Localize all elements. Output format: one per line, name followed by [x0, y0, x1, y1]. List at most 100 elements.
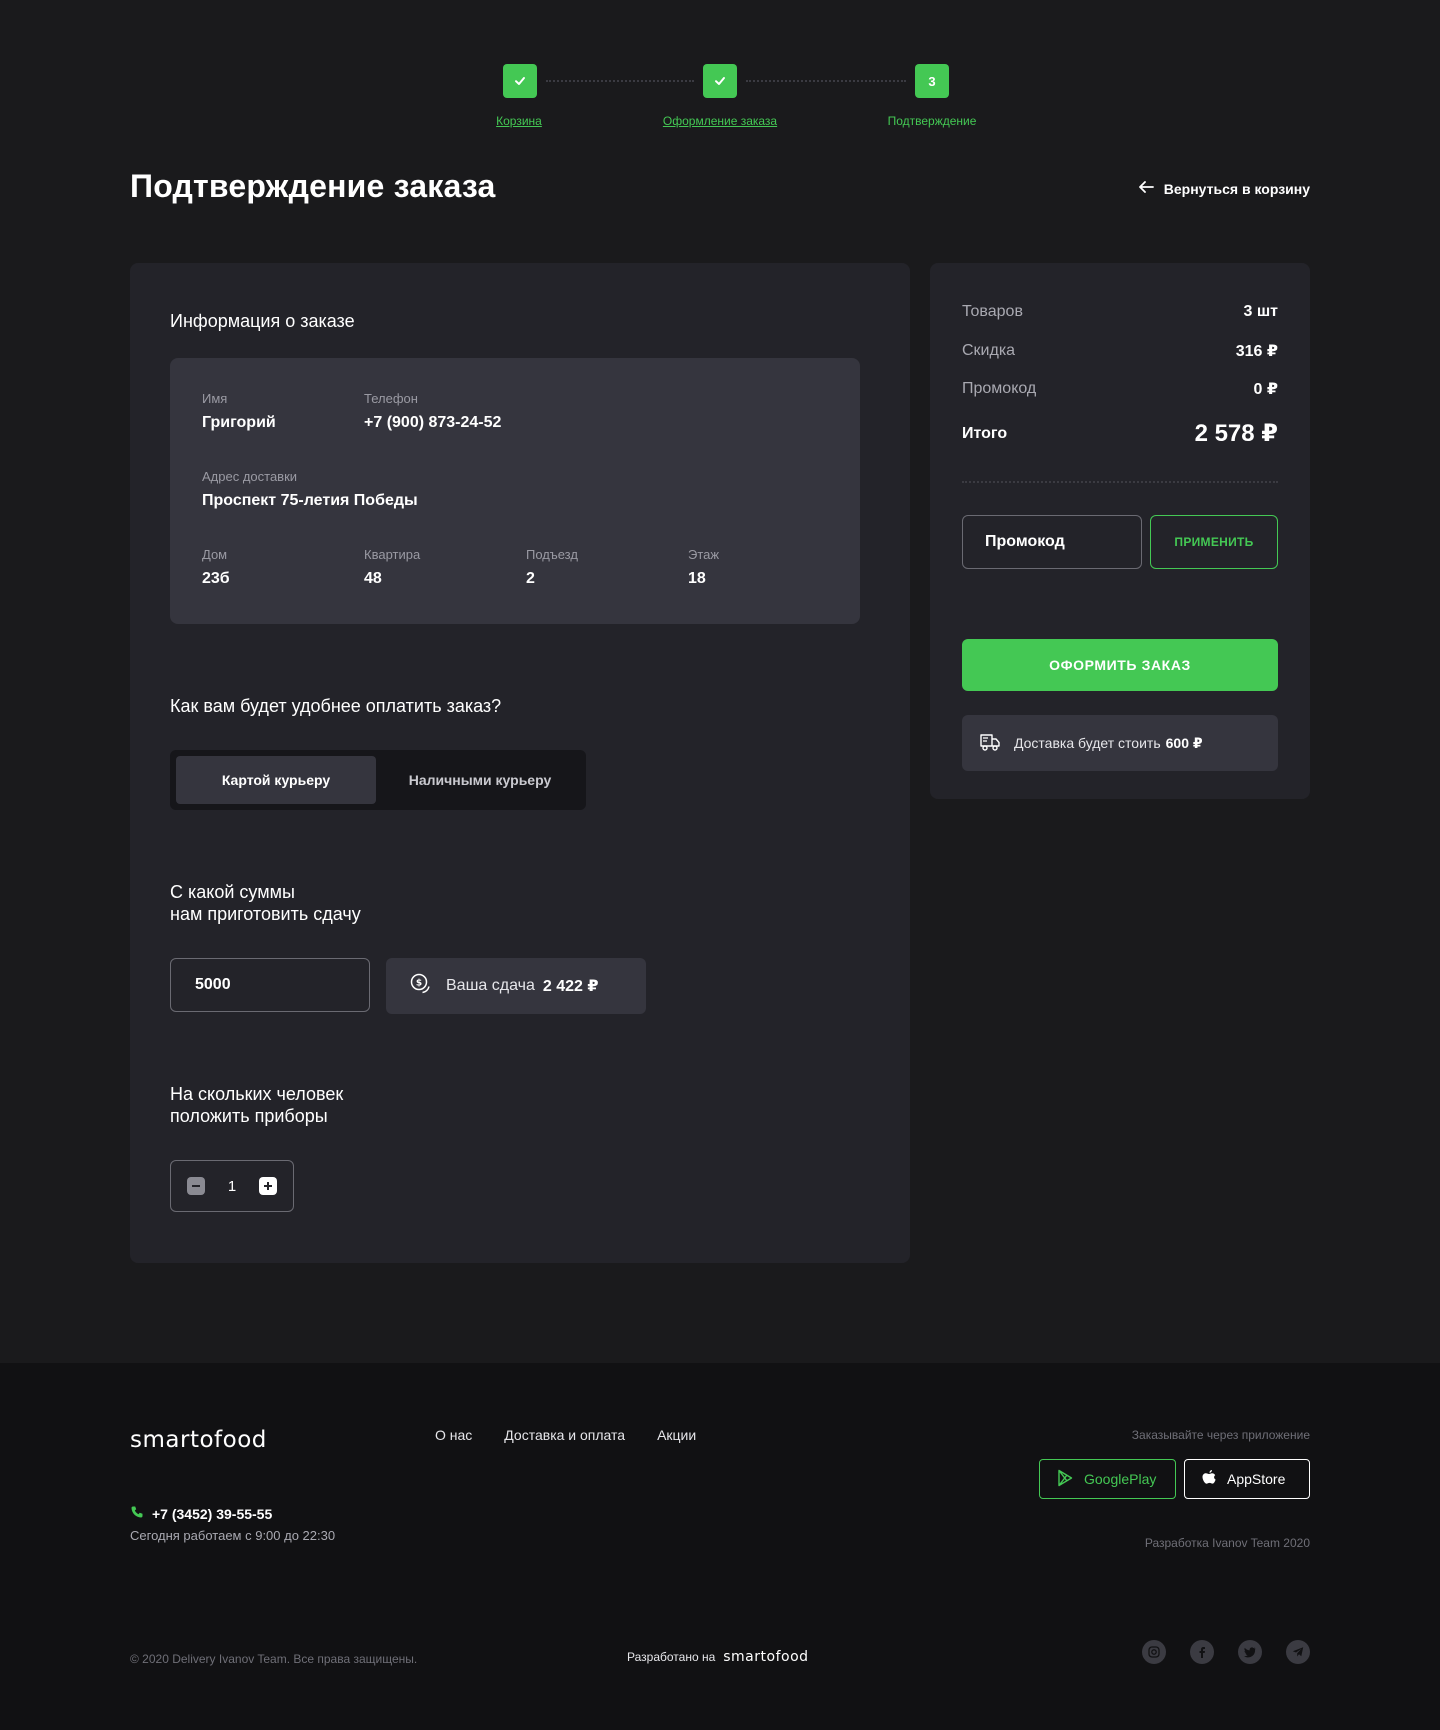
footer-phone[interactable]: +7 (3452) 39-55-55 — [130, 1505, 272, 1522]
house-field: Дом 23б — [202, 547, 230, 588]
copyright: © 2020 Delivery Ivanov Team. Все права з… — [130, 1652, 418, 1666]
step-label-checkout[interactable]: Оформление заказа — [663, 114, 777, 128]
made-on-credit: Разработано на smartofood — [627, 1649, 809, 1665]
phone-label: Телефон — [364, 391, 418, 406]
entrance-label: Подъезд — [526, 547, 578, 562]
change-label: Ваша сдача — [446, 977, 535, 994]
order-summary-panel: Товаров 3 шт Скидка 316 ₽ Промокод 0 ₽ И… — [930, 263, 1310, 799]
checkout-stepper: 3 Корзина Оформление заказа Подтверждени… — [0, 64, 1440, 134]
step-2-check-icon[interactable] — [703, 64, 737, 98]
order-details-panel: Информация о заказе Имя Григорий Телефон… — [130, 263, 910, 1263]
phone-icon — [130, 1505, 144, 1522]
change-amount: 2 422 ₽ — [542, 978, 599, 995]
svg-text:$: $ — [416, 978, 422, 988]
cutlery-count: 1 — [227, 1177, 237, 1195]
promo-row: Промокод 0 ₽ — [962, 379, 1278, 399]
apply-promo-button[interactable]: ПРИМЕНИТЬ — [1150, 515, 1278, 569]
app-store-button[interactable]: AppStore — [1184, 1459, 1310, 1499]
discount-label: Скидка — [962, 342, 1016, 359]
entrance-field: Подъезд 2 — [526, 547, 578, 588]
items-label: Товаров — [962, 303, 1023, 320]
phone-value: +7 (900) 873-24-52 — [364, 414, 502, 431]
pay-card-option[interactable]: Картой курьеру — [176, 756, 376, 804]
address-label: Адрес доставки — [202, 469, 298, 484]
delivery-truck-icon — [978, 730, 1002, 757]
entrance-value: 2 — [526, 570, 535, 587]
apartment-label: Квартира — [364, 547, 421, 562]
promo-label: Промокод — [962, 380, 1037, 397]
phone-number: +7 (3452) 39-55-55 — [152, 1505, 273, 1522]
facebook-icon[interactable] — [1190, 1640, 1214, 1664]
footer-logo[interactable]: smartofood — [130, 1427, 267, 1453]
app-download-title: Заказывайте через приложение — [1131, 1428, 1310, 1442]
change-title: С какой суммы нам приготовить сдачу — [170, 881, 361, 925]
payment-method-toggle: Картой курьеру Наличными курьеру — [170, 750, 586, 810]
delivery-cost-value: 600 ₽ — [1165, 734, 1203, 751]
arrow-left-icon — [1138, 180, 1154, 197]
total-value: 2 578 ₽ — [1194, 420, 1278, 447]
house-value: 23б — [202, 570, 230, 587]
back-to-cart-label: Вернуться в корзину — [1163, 180, 1310, 197]
page-title: Подтверждение заказа — [130, 168, 496, 204]
items-value: 3 шт — [1243, 303, 1278, 320]
apartment-value: 48 — [364, 570, 382, 587]
payment-question: Как вам будет удобнее оплатить заказ? — [170, 696, 502, 716]
discount-value: 316 ₽ — [1235, 343, 1278, 360]
footer-nav-promotions[interactable]: Акции — [657, 1427, 696, 1443]
promo-value: 0 ₽ — [1253, 381, 1278, 398]
delivery-cost-note: Доставка будет стоить 600 ₽ — [962, 715, 1278, 771]
total-label: Итого — [962, 424, 1008, 442]
name-label: Имя — [202, 391, 228, 406]
working-hours: Сегодня работаем с 9:00 до 22:30 — [130, 1528, 336, 1543]
google-play-icon — [1056, 1469, 1074, 1490]
coins-icon: $ — [410, 973, 432, 1000]
promo-code-input[interactable] — [962, 515, 1142, 569]
name-value: Григорий — [202, 414, 276, 431]
change-result-box: $ Ваша сдача 2 422 ₽ — [386, 958, 646, 1014]
step-connector — [746, 80, 906, 82]
address-value: Проспект 75-летия Победы — [202, 492, 418, 509]
phone-field: Телефон +7 (900) 873-24-52 — [364, 391, 501, 432]
total-row: Итого 2 578 ₽ — [962, 419, 1278, 448]
decrease-button[interactable] — [187, 1177, 205, 1195]
delivery-cost-label: Доставка будет стоить — [1014, 735, 1161, 751]
instagram-icon[interactable] — [1142, 1640, 1166, 1664]
floor-value: 18 — [688, 570, 706, 587]
step-label-confirmation: Подтверждение — [887, 114, 977, 128]
step-label-cart[interactable]: Корзина — [496, 114, 542, 128]
discount-row: Скидка 316 ₽ — [962, 341, 1278, 361]
summary-divider — [962, 481, 1278, 483]
apartment-field: Квартира 48 — [364, 547, 420, 588]
twitter-icon[interactable] — [1238, 1640, 1262, 1664]
footer-nav-about[interactable]: О нас — [435, 1427, 472, 1443]
back-to-cart-link[interactable]: Вернуться в корзину — [1138, 180, 1310, 197]
cutlery-title-line1: На скольких человек — [170, 1084, 344, 1104]
pay-cash-option[interactable]: Наличными курьеру — [380, 756, 580, 804]
cutlery-title-line2: положить приборы — [170, 1106, 328, 1126]
order-info-card: Имя Григорий Телефон +7 (900) 873-24-52 … — [170, 358, 860, 624]
step-3-number: 3 — [915, 64, 949, 98]
increase-button[interactable] — [259, 1177, 277, 1195]
footer-nav: О нас Доставка и оплата Акции — [435, 1427, 696, 1443]
footer-nav-delivery[interactable]: Доставка и оплата — [504, 1427, 625, 1443]
change-title-line1: С какой суммы — [170, 882, 295, 902]
house-label: Дом — [202, 547, 228, 562]
floor-label: Этаж — [688, 547, 720, 562]
address-field: Адрес доставки Проспект 75-летия Победы — [202, 469, 418, 510]
name-field: Имя Григорий — [202, 391, 276, 432]
place-order-button[interactable]: ОФОРМИТЬ ЗАКАЗ — [962, 639, 1278, 691]
floor-field: Этаж 18 — [688, 547, 719, 588]
step-1-check-icon[interactable] — [503, 64, 537, 98]
telegram-icon[interactable] — [1286, 1640, 1310, 1664]
site-footer: smartofood О нас Доставка и оплата Акции… — [0, 1363, 1440, 1730]
items-row: Товаров 3 шт — [962, 303, 1278, 321]
developer-credit: Разработка Ivanov Team 2020 — [1144, 1536, 1310, 1550]
google-play-button[interactable]: GooglePlay — [1039, 1459, 1176, 1499]
made-on-logo[interactable]: smartofood — [723, 1649, 808, 1665]
app-store-label: AppStore — [1227, 1471, 1286, 1487]
cutlery-quantity-stepper: 1 — [170, 1160, 294, 1212]
google-play-label: GooglePlay — [1084, 1471, 1157, 1487]
social-links — [1142, 1640, 1310, 1664]
change-amount-input[interactable] — [170, 958, 370, 1012]
change-title-line2: нам приготовить сдачу — [170, 904, 361, 924]
